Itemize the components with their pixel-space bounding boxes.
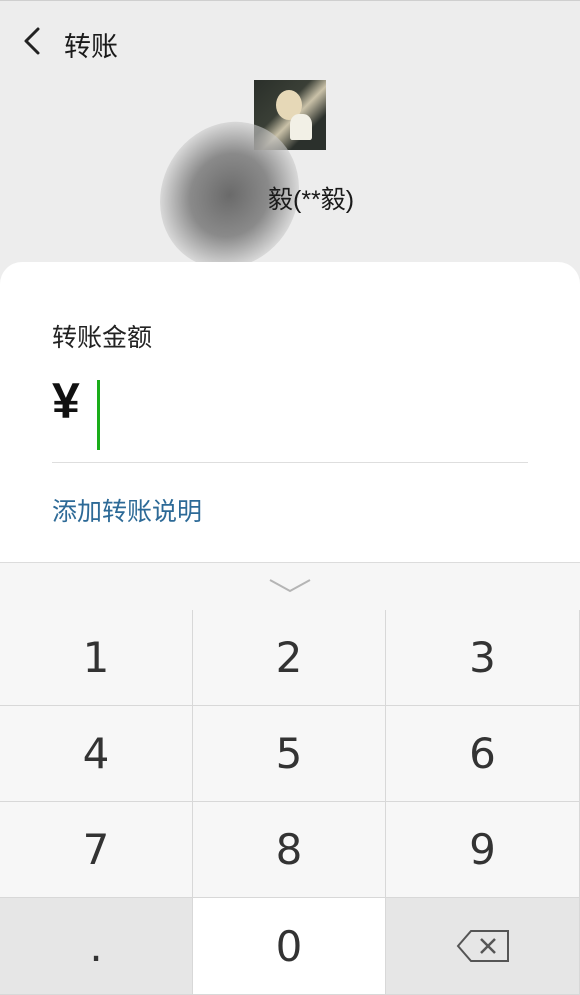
keyboard-collapse-bar[interactable] — [0, 562, 580, 610]
amount-label: 转账金额 — [52, 324, 153, 352]
numeric-keypad: 1 2 3 4 5 6 7 8 9 . 0 — [0, 610, 580, 995]
backspace-icon — [456, 930, 509, 962]
amount-input-underline — [52, 462, 528, 463]
key-6[interactable]: 6 — [386, 706, 580, 802]
page-title: 转账 — [64, 32, 118, 62]
recipient-name: 毅(**毅) — [268, 186, 355, 214]
transfer-card: 转账金额 ¥ 添加转账说明 — [0, 262, 580, 562]
key-8[interactable]: 8 — [193, 802, 386, 898]
key-dot[interactable]: . — [0, 898, 193, 995]
chevron-down-icon[interactable] — [268, 577, 312, 595]
key-5[interactable]: 5 — [193, 706, 386, 802]
add-note-link[interactable]: 添加转账说明 — [52, 492, 202, 528]
key-4[interactable]: 4 — [0, 706, 193, 802]
back-arrow-icon[interactable] — [18, 23, 48, 59]
amount-input-cursor[interactable] — [97, 380, 100, 450]
key-2[interactable]: 2 — [193, 610, 386, 706]
key-9[interactable]: 9 — [386, 802, 580, 898]
key-3[interactable]: 3 — [386, 610, 580, 706]
delete-key[interactable] — [386, 898, 580, 995]
key-7[interactable]: 7 — [0, 802, 193, 898]
currency-symbol: ¥ — [52, 373, 80, 429]
key-1[interactable]: 1 — [0, 610, 193, 706]
top-bar: 转账 — [0, 0, 580, 80]
recipient-profile: 毅(**毅) — [0, 80, 580, 294]
key-0[interactable]: 0 — [193, 898, 386, 995]
